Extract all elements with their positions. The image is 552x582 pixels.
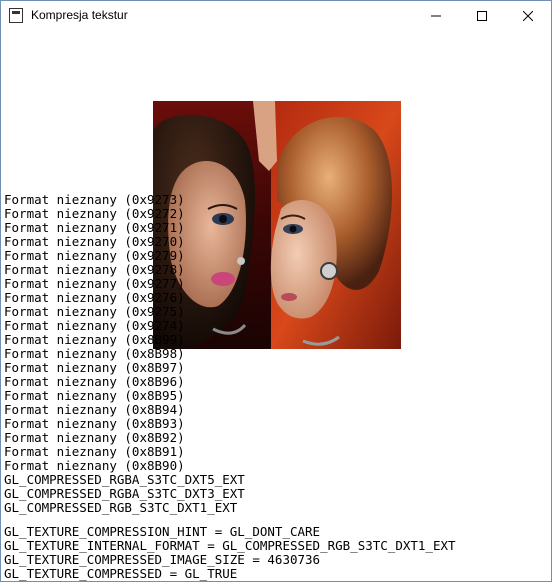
format-line: Format nieznany (0x9272) — [4, 206, 185, 221]
format-line: Format nieznany (0x9274) — [4, 318, 185, 333]
app-window: Kompresja tekstur Format nieznany (0x927… — [0, 0, 552, 582]
format-line: Format nieznany (0x8B95) — [4, 388, 185, 403]
format-line: Format nieznany (0x8B96) — [4, 374, 185, 389]
format-line: Format nieznany (0x8B93) — [4, 416, 185, 431]
title-bar[interactable]: Kompresja tekstur — [1, 1, 551, 31]
window-title: Kompresja tekstur — [31, 8, 128, 22]
close-icon — [523, 11, 533, 21]
format-line: Format nieznany (0x8B99) — [4, 332, 185, 347]
format-line: Format nieznany (0x9273) — [4, 192, 185, 207]
format-line: Format nieznany (0x8B98) — [4, 346, 185, 361]
maximize-icon — [477, 11, 487, 21]
minimize-icon — [431, 15, 441, 17]
gl-viewport[interactable]: Format nieznany (0x9273) Format nieznany … — [1, 31, 551, 581]
format-line: GL_COMPRESSED_RGB_S3TC_DXT1_EXT — [4, 500, 238, 515]
format-line: Format nieznany (0x8B90) — [4, 458, 185, 473]
format-line: Format nieznany (0x9270) — [4, 234, 185, 249]
param-line: GL_TEXTURE_COMPRESSION_HINT = GL_DONT_CA… — [4, 524, 321, 539]
format-line: Format nieznany (0x8B92) — [4, 430, 185, 445]
format-line: Format nieznany (0x9271) — [4, 220, 185, 235]
format-line: Format nieznany (0x8B91) — [4, 444, 185, 459]
param-line: GL_TEXTURE_COMPRESSED_IMAGE_SIZE = 46307… — [4, 552, 321, 567]
param-line: GL_TEXTURE_INTERNAL_FORMAT = GL_COMPRESS… — [4, 538, 456, 553]
minimize-button[interactable] — [413, 1, 459, 31]
format-line: Format nieznany (0x9279) — [4, 248, 185, 263]
format-line: Format nieznany (0x8B97) — [4, 360, 185, 375]
format-line: Format nieznany (0x9276) — [4, 290, 185, 305]
format-line: GL_COMPRESSED_RGBA_S3TC_DXT3_EXT — [4, 486, 245, 501]
app-icon[interactable] — [9, 8, 23, 23]
format-line: Format nieznany (0x9278) — [4, 262, 185, 277]
format-line: Format nieznany (0x9277) — [4, 276, 185, 291]
format-line: Format nieznany (0x9275) — [4, 304, 185, 319]
maximize-button[interactable] — [459, 1, 505, 31]
param-line: GL_TEXTURE_COMPRESSED = GL_TRUE — [4, 566, 238, 581]
format-line: Format nieznany (0x8B94) — [4, 402, 185, 417]
close-button[interactable] — [505, 1, 551, 31]
format-line: GL_COMPRESSED_RGBA_S3TC_DXT5_EXT — [4, 472, 245, 487]
format-list: Format nieznany (0x9273) Format nieznany … — [4, 193, 456, 581]
